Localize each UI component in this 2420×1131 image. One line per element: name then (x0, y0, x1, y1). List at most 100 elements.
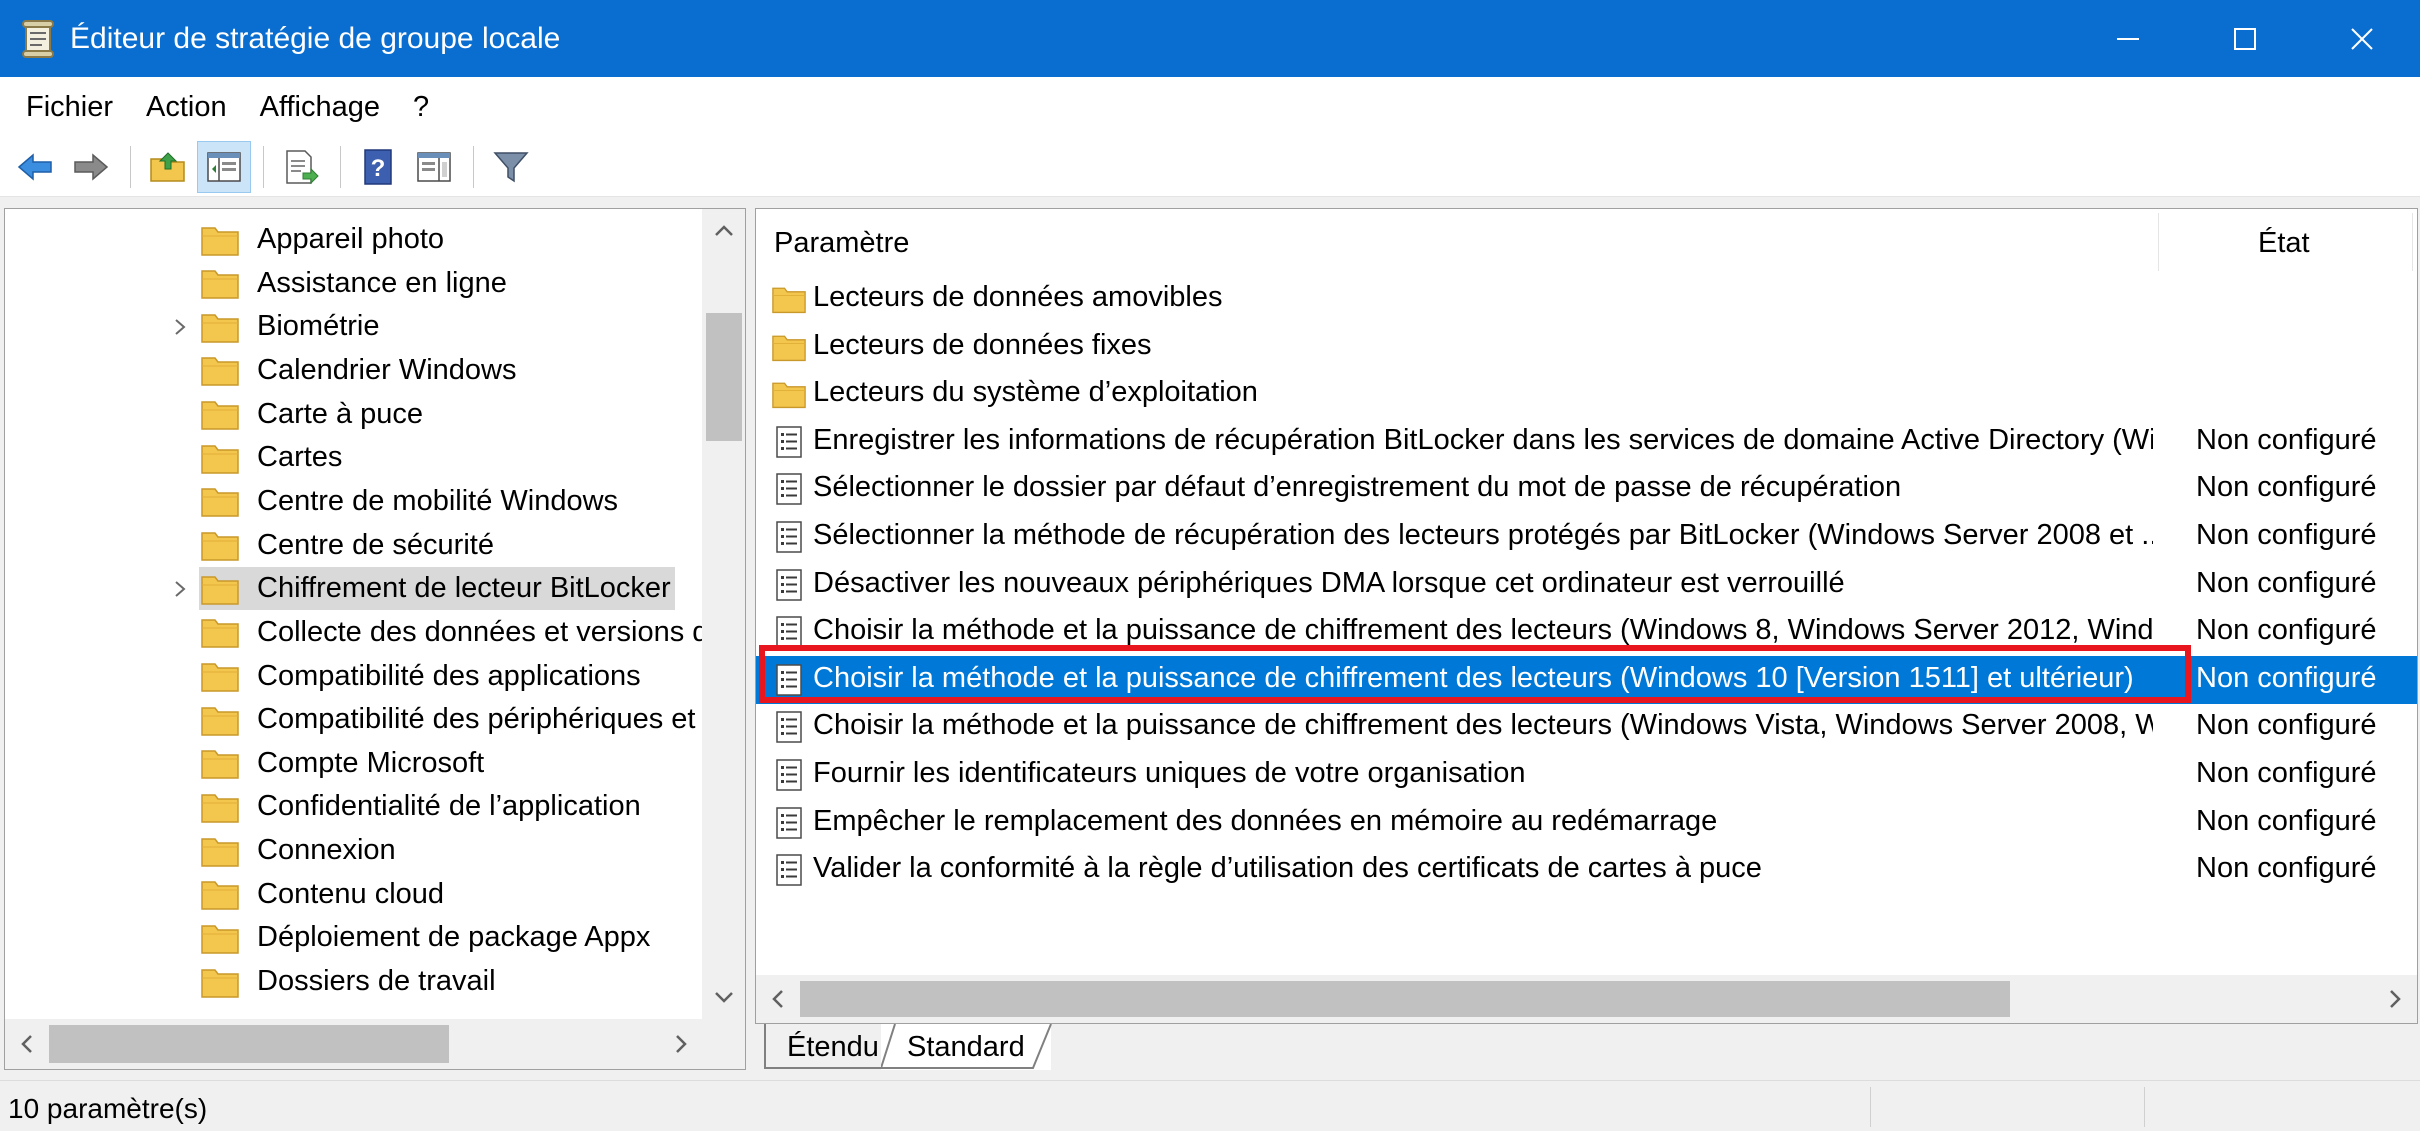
column-divider[interactable] (2158, 213, 2159, 271)
policy-setting-icon (776, 521, 802, 553)
tree-item[interactable]: Dossiers de travail (5, 959, 702, 1004)
show-hide-tree-button[interactable] (197, 140, 251, 193)
tree-item-label: Biométrie (257, 310, 380, 343)
folder-icon (772, 382, 806, 409)
list-setting-row[interactable]: Sélectionner la méthode de récupération … (756, 513, 2417, 561)
tree-item[interactable]: Assistance en ligne (5, 261, 702, 306)
list-setting-row[interactable]: Désactiver les nouveaux périphériques DM… (756, 561, 2417, 609)
list-setting-row[interactable]: Choisir la méthode et la puissance de ch… (756, 703, 2417, 751)
policy-setting-icon (776, 806, 802, 839)
tree-item-label: Cartes (257, 441, 343, 474)
up-folder-icon (150, 151, 185, 182)
tree-item-label: Confidentialité de l’application (257, 790, 641, 823)
tree-item[interactable]: Chiffrement de lecteur BitLocker (5, 566, 702, 611)
svg-text:?: ? (371, 155, 386, 182)
list-setting-row[interactable]: Fournir les identificateurs uniques de v… (756, 751, 2417, 799)
tree-item[interactable]: Centre de mobilité Windows (5, 479, 702, 524)
scroll-right-button[interactable] (2373, 975, 2417, 1023)
properties-pane-button[interactable] (407, 141, 461, 193)
minimize-button[interactable] (2069, 0, 2186, 77)
maximize-button[interactable] (2186, 0, 2303, 77)
filter-button[interactable] (484, 141, 538, 193)
tree-item[interactable]: Déploiement de package Appx (5, 915, 702, 960)
tree-item[interactable]: Compatibilité des applications (5, 654, 702, 699)
tree-item[interactable]: Biométrie (5, 304, 702, 349)
menu-affichage[interactable]: Affichage (246, 91, 399, 124)
menu-fichier[interactable]: Fichier (12, 91, 132, 124)
folder-icon (201, 663, 239, 692)
menu-action[interactable]: Action (132, 91, 246, 124)
tree-item[interactable]: Cartes (5, 435, 702, 480)
chevron-right-icon (676, 1035, 687, 1053)
setting-name: Choisir la méthode et la puissance de ch… (813, 709, 2153, 742)
setting-name: Fournir les identificateurs uniques de v… (813, 757, 1526, 789)
scroll-left-button[interactable] (756, 975, 800, 1023)
tree-vertical-scroll-thumb[interactable] (706, 313, 742, 441)
chevron-right-icon (2390, 990, 2401, 1008)
list-setting-row[interactable]: Valider la conformité à la règle d’utili… (756, 846, 2417, 894)
scroll-right-button[interactable] (659, 1019, 703, 1069)
menu-help[interactable]: ? (399, 91, 448, 124)
column-header-etat[interactable]: État (2258, 227, 2310, 260)
list-setting-row[interactable]: Enregistrer les informations de récupéra… (756, 418, 2417, 466)
folder-icon (201, 925, 239, 954)
tree-expander[interactable] (169, 304, 191, 349)
help-button[interactable]: ? (351, 141, 405, 193)
list-setting-row[interactable]: Empêcher le remplacement des données en … (756, 799, 2417, 847)
tree-item-label: Assistance en ligne (257, 266, 507, 299)
tree-vertical-scrollbar[interactable] (702, 209, 745, 1019)
close-icon (2350, 27, 2373, 50)
toolbar-separator (263, 145, 264, 188)
folder-icon (772, 287, 806, 314)
folder-icon (201, 881, 239, 910)
list-horizontal-scroll-thumb[interactable] (800, 981, 2010, 1017)
folder-icon (201, 226, 239, 256)
tab-standard-label: Standard (907, 1030, 1025, 1063)
tree-item-label: Chiffrement de lecteur BitLocker (257, 572, 671, 605)
setting-state: Non configuré (2196, 423, 2377, 456)
settings-list-pane[interactable]: Paramètre État Lecteurs de données amovi… (755, 208, 2418, 1024)
tree-horizontal-scrollbar[interactable] (5, 1019, 745, 1069)
list-folder-row[interactable]: Lecteurs de données amovibles (756, 275, 2417, 323)
folder-icon (201, 445, 239, 474)
folder-icon (201, 488, 239, 518)
chevron-left-icon (772, 990, 783, 1008)
export-list-button[interactable] (274, 141, 328, 193)
list-horizontal-scrollbar[interactable] (756, 975, 2417, 1023)
tree-item[interactable]: Collecte des données et versions d’ (5, 610, 715, 655)
tree-item[interactable]: Appareil photo (5, 217, 702, 262)
tree-item-label: Dossiers de travail (257, 965, 496, 998)
tree-horizontal-scroll-thumb[interactable] (49, 1025, 449, 1063)
back-button[interactable] (8, 141, 62, 193)
tab-etendu[interactable]: Étendu (763, 1024, 900, 1070)
scroll-down-button[interactable] (702, 975, 745, 1019)
tree-item[interactable]: Contenu cloud (5, 872, 702, 917)
tree-item[interactable]: Confidentialité de l’application (5, 784, 702, 829)
forward-button[interactable] (64, 141, 118, 193)
policy-setting-icon (776, 854, 802, 886)
list-setting-row[interactable]: Sélectionner le dossier par défaut d’enr… (756, 465, 2417, 513)
tree-pane[interactable]: Appareil photo Assistance en ligne Biométr… (4, 208, 746, 1070)
tab-standard[interactable]: Standard (881, 1024, 1052, 1070)
tree-item[interactable]: Centre de sécurité (5, 523, 702, 568)
tree-item[interactable]: Connexion (5, 828, 702, 873)
status-divider (1870, 1087, 1871, 1127)
folder-icon (201, 619, 239, 649)
setting-state: Non configuré (2196, 519, 2377, 551)
tree-item-label: Collecte des données et versions d’ (257, 615, 715, 648)
scroll-up-button[interactable] (702, 209, 745, 253)
tree-expander[interactable] (169, 566, 191, 611)
up-one-level-button[interactable] (141, 141, 195, 193)
scroll-left-button[interactable] (5, 1019, 49, 1069)
list-folder-row[interactable]: Lecteurs du système d’exploitation (756, 370, 2417, 418)
tree-item[interactable]: Compte Microsoft (5, 741, 702, 786)
setting-state: Non configuré (2196, 471, 2377, 504)
column-header-parametre[interactable]: Paramètre (774, 227, 909, 260)
tree-item[interactable]: Calendrier Windows (5, 348, 702, 393)
properties-pane-icon (417, 151, 451, 182)
tree-item[interactable]: Compatibilité des périphériques et (5, 697, 702, 742)
tree-item[interactable]: Carte à puce (5, 392, 702, 437)
close-button[interactable] (2303, 0, 2420, 77)
column-divider[interactable] (2412, 213, 2413, 271)
list-folder-row[interactable]: Lecteurs de données fixes (756, 323, 2417, 371)
